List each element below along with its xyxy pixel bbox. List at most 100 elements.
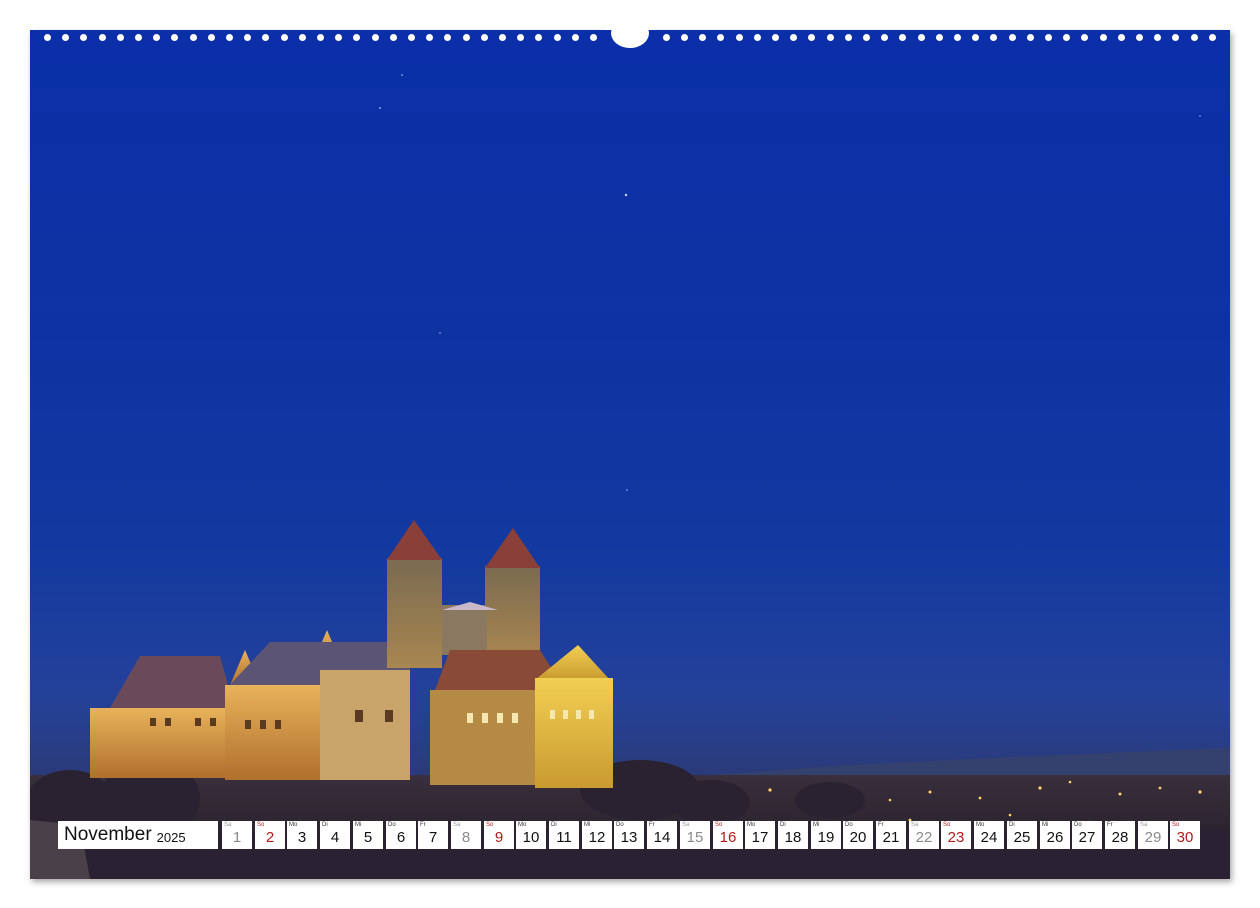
day-number: 14: [653, 829, 671, 846]
day-cell-13: Do 13: [614, 821, 644, 849]
weekday-label: Di: [1009, 822, 1015, 828]
weekday-label: Mo: [976, 822, 985, 828]
binding-hole: [681, 34, 688, 41]
day-cell-8: Sa 8: [451, 821, 481, 849]
day-cell-22: Sa 22: [909, 821, 939, 849]
year-label: 2025: [156, 829, 186, 845]
binding-hole: [1172, 34, 1180, 41]
binding-hole: [954, 34, 961, 41]
day-number: 26: [1046, 829, 1064, 846]
binding-hole: [1117, 34, 1125, 41]
day-number: 12: [588, 829, 606, 846]
binding-hole: [808, 34, 816, 41]
binding-hole: [790, 34, 798, 41]
day-number: 10: [522, 829, 540, 846]
day-cell-18: Di 18: [778, 821, 808, 849]
day-number: 28: [1111, 829, 1129, 846]
binding-hole: [535, 34, 543, 41]
day-number: 17: [751, 829, 769, 846]
weekday-label: Mo: [747, 822, 756, 828]
weekday-label: Sa: [1140, 822, 1148, 828]
day-cell-17: Mo 17: [745, 821, 775, 849]
weekday-label: So: [486, 822, 494, 828]
weekday-label: Sa: [224, 822, 232, 828]
weekday-label: Fr: [878, 822, 884, 828]
binding-hole: [881, 34, 889, 41]
binding-hole: [116, 34, 124, 41]
binding-hole: [1045, 34, 1052, 41]
hanger-hole: [611, 18, 649, 48]
day-cell-15: Sa 15: [680, 821, 710, 849]
binding-hole: [753, 34, 761, 41]
month-name: November: [64, 824, 152, 845]
binding-hole: [1190, 34, 1198, 41]
day-cell-7: Fr 7: [418, 821, 448, 849]
binding-hole: [426, 34, 434, 41]
binding-hole: [844, 34, 852, 41]
binding-hole: [571, 34, 579, 41]
day-cell-23: So 23: [941, 821, 971, 849]
weekday-label: Do: [388, 822, 396, 828]
binding-hole: [226, 34, 233, 41]
day-cell-4: Di 4: [320, 821, 350, 849]
binding-hole: [98, 34, 106, 41]
weekday-label: Fr: [1107, 822, 1113, 828]
day-cell-11: Di 11: [549, 821, 579, 849]
binding-hole: [863, 34, 870, 41]
weekday-label: Mi: [813, 822, 820, 828]
weekday-label: So: [257, 822, 265, 828]
day-cell-27: Do 27: [1072, 821, 1102, 849]
weekday-label: So: [715, 822, 723, 828]
binding-hole: [444, 34, 452, 41]
day-cell-20: Do 20: [843, 821, 873, 849]
binding-hole: [207, 34, 215, 41]
binding-hole: [44, 34, 51, 41]
day-number: 16: [719, 829, 737, 846]
day-cell-29: Sa 29: [1138, 821, 1168, 849]
binding-hole: [62, 34, 70, 41]
day-number: 11: [556, 829, 572, 846]
day-cell-6: Do 6: [386, 821, 416, 849]
weekday-label: Mo: [518, 822, 527, 828]
binding-hole: [462, 34, 470, 41]
binding-hole: [408, 34, 415, 41]
binding-hole: [1081, 34, 1089, 41]
day-number: 3: [297, 829, 307, 846]
day-cell-25: Di 25: [1007, 821, 1037, 849]
day-number: 21: [882, 829, 900, 846]
binding-hole: [699, 34, 707, 41]
day-number: 29: [1144, 829, 1162, 846]
day-cell-24: Mo 24: [974, 821, 1004, 849]
weekday-label: Do: [845, 822, 853, 828]
binding-hole: [935, 34, 943, 41]
day-number: 22: [915, 829, 933, 846]
weekday-label: Do: [1074, 822, 1082, 828]
day-number: 8: [461, 829, 471, 846]
binding-hole: [335, 34, 343, 41]
day-number: 18: [784, 829, 802, 846]
day-number: 4: [330, 829, 340, 846]
day-number: 6: [396, 829, 406, 846]
binding-hole: [590, 34, 597, 41]
binding-hole: [1136, 34, 1143, 41]
day-number: 13: [620, 829, 638, 846]
weekday-label: So: [1172, 822, 1180, 828]
day-number: 2: [265, 829, 275, 846]
binding-hole: [990, 34, 998, 41]
day-cell-9: So 9: [484, 821, 514, 849]
binding-hole: [517, 34, 525, 41]
binding-hole: [1063, 34, 1071, 41]
weekday-label: Di: [780, 822, 786, 828]
binding-hole: [1154, 34, 1162, 41]
binding-hole: [826, 34, 834, 41]
month-label-box: November 2025: [58, 821, 218, 849]
photo-scene: [30, 74, 1230, 879]
day-number: 7: [428, 829, 438, 846]
binding-hole: [553, 34, 561, 41]
day-cell-1: Sa 1: [222, 821, 252, 849]
binding-hole: [171, 34, 179, 41]
day-number: 25: [1013, 829, 1031, 846]
weekday-label: Mi: [355, 822, 362, 828]
binding-hole: [135, 34, 142, 41]
binding-hole: [1026, 34, 1034, 41]
